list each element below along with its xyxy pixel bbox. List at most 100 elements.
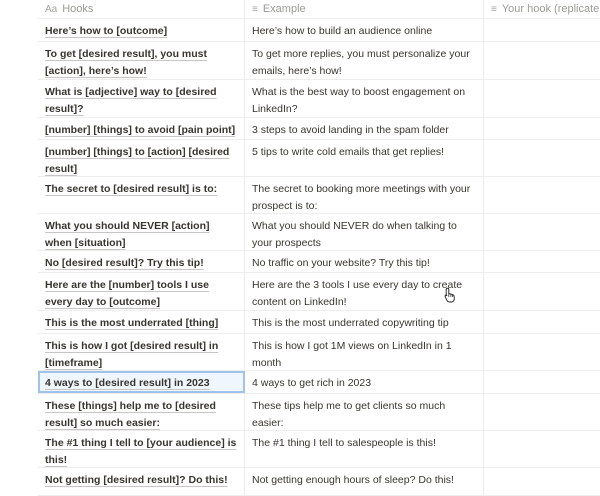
hook-cell[interactable]: What you should NEVER [action] when [sit… <box>38 214 245 250</box>
table-row[interactable]: The #1 thing I tell to [your audience] i… <box>38 431 600 468</box>
example-cell[interactable]: The secret to booking more meetings with… <box>245 177 484 213</box>
your-hook-cell[interactable] <box>484 42 600 79</box>
example-text: To get more replies, you must personaliz… <box>252 48 470 77</box>
example-cell[interactable]: 4 ways to get rich in 2023 <box>245 371 484 393</box>
hook-title[interactable]: To get [desired result], you must [actio… <box>45 48 207 77</box>
table-row[interactable]: No [desired result]? Try this tip! No tra… <box>38 251 600 273</box>
hook-cell[interactable]: The #1 thing I tell to [your audience] i… <box>38 431 245 467</box>
table-row[interactable]: This is the most underrated [thing] This … <box>38 311 600 334</box>
hook-cell[interactable]: These [things] help me to [desired resul… <box>38 394 245 430</box>
text-property-icon: ≡ <box>252 3 258 15</box>
column-header-example[interactable]: ≡ Example <box>245 0 484 18</box>
example-cell[interactable]: The #1 thing I tell to salespeople is th… <box>245 431 484 467</box>
hook-cell[interactable]: Here’s how to [outcome] <box>38 19 245 41</box>
your-hook-cell[interactable] <box>484 177 600 213</box>
hook-title[interactable]: [number] [things] to [action] [desired r… <box>45 146 229 175</box>
example-cell[interactable]: 5 tips to write cold emails that get rep… <box>245 140 484 176</box>
your-hook-cell[interactable] <box>484 431 600 467</box>
example-cell[interactable]: No traffic on your website? Try this tip… <box>245 251 484 272</box>
your-hook-cell[interactable] <box>484 118 600 139</box>
hook-cell[interactable]: [number] [things] to [action] [desired r… <box>38 140 245 176</box>
example-cell[interactable]: What is the best way to boost engagement… <box>245 80 484 117</box>
example-text: This is how I got 1M views on LinkedIn i… <box>252 340 452 369</box>
table-row[interactable]: This is how I got [desired result] in [t… <box>38 334 600 371</box>
example-text: What is the best way to boost engagement… <box>252 86 466 115</box>
text-property-icon: ≡ <box>491 3 497 15</box>
hand-pointer-cursor-icon <box>444 287 455 303</box>
hook-title[interactable]: No [desired result]? Try this tip! <box>45 257 204 269</box>
example-cell[interactable]: Here’s how to build an audience online <box>245 19 484 41</box>
your-hook-cell[interactable] <box>484 19 600 41</box>
hook-cell[interactable]: This is the most underrated [thing] <box>38 311 245 333</box>
example-text: This is the most underrated copywriting … <box>252 317 449 329</box>
example-text: 4 ways to get rich in 2023 <box>252 377 372 389</box>
hook-title[interactable]: Not getting [desired result]? Do this! <box>45 474 228 486</box>
example-cell[interactable]: This is the most underrated copywriting … <box>245 311 484 333</box>
column-header-label: Your hook (replicate th <box>501 3 600 15</box>
hook-title[interactable]: What you should NEVER [action] when [sit… <box>45 220 210 249</box>
example-cell[interactable]: These tips help me to get clients so muc… <box>245 394 484 430</box>
table-row[interactable]: [number] [things] to [action] [desired r… <box>38 140 600 177</box>
hook-title[interactable]: Here’s how to [outcome] <box>45 25 167 37</box>
example-cell[interactable]: What you should NEVER do when talking to… <box>245 214 484 250</box>
example-text: What you should NEVER do when talking to… <box>252 220 457 249</box>
table-body: Here’s how to [outcome] Here’s how to bui… <box>38 19 600 496</box>
table-row[interactable]: The secret to [desired result] is to: The… <box>38 177 600 214</box>
hook-cell[interactable]: No [desired result]? Try this tip! <box>38 251 245 272</box>
example-text: 5 tips to write cold emails that get rep… <box>252 146 445 158</box>
hook-cell[interactable]: This is how I got [desired result] in [t… <box>38 334 245 370</box>
example-text: Here’s how to build an audience online <box>252 25 433 37</box>
your-hook-cell[interactable] <box>484 251 600 272</box>
your-hook-cell[interactable] <box>484 468 600 495</box>
column-header-label: Example <box>262 3 306 15</box>
example-text: The #1 thing I tell to salespeople is th… <box>252 437 436 449</box>
your-hook-cell[interactable] <box>484 214 600 250</box>
hook-title[interactable]: This is the most underrated [thing] <box>45 317 218 329</box>
table-row[interactable]: To get [desired result], you must [actio… <box>38 42 600 80</box>
table-row[interactable]: Not getting [desired result]? Do this! No… <box>38 468 600 496</box>
hook-title[interactable]: [number] [things] to avoid [pain point] <box>45 124 235 136</box>
example-cell[interactable]: This is how I got 1M views on LinkedIn i… <box>245 334 484 370</box>
hook-title[interactable]: What is [adjective] way to [desired resu… <box>45 86 217 115</box>
title-property-icon: Aa <box>45 3 58 15</box>
hook-cell[interactable]: To get [desired result], you must [actio… <box>38 42 245 79</box>
hook-cell[interactable]: The secret to [desired result] is to: <box>38 177 245 213</box>
your-hook-cell[interactable] <box>484 371 600 393</box>
hooks-table: Aa Hooks ≡ Example ≡ Your hook (replicat… <box>38 0 600 496</box>
example-cell[interactable]: 3 steps to avoid landing in the spam fol… <box>245 118 484 139</box>
table-row[interactable]: [number] [things] to avoid [pain point] 3… <box>38 118 600 140</box>
hook-title[interactable]: 4 ways to [desired result] in 2023 <box>45 377 210 389</box>
table-row[interactable]: 4 ways to [desired result] in 2023 4 ways… <box>38 371 600 394</box>
hook-cell[interactable]: 4 ways to [desired result] in 2023 <box>38 371 245 393</box>
table-header: Aa Hooks ≡ Example ≡ Your hook (replicat… <box>38 0 600 19</box>
example-cell[interactable]: To get more replies, you must personaliz… <box>245 42 484 79</box>
column-header-label: Hooks <box>62 3 94 15</box>
hook-title[interactable]: This is how I got [desired result] in [t… <box>45 340 218 369</box>
example-text: Here are the 3 tools I use every day to … <box>252 279 463 308</box>
table-row[interactable]: Here are the [number] tools I use every … <box>38 273 600 311</box>
your-hook-cell[interactable] <box>484 273 600 310</box>
table-row[interactable]: Here’s how to [outcome] Here’s how to bui… <box>38 19 600 42</box>
hook-title[interactable]: The secret to [desired result] is to: <box>45 183 217 195</box>
example-cell[interactable]: Not getting enough hours of sleep? Do th… <box>245 468 484 495</box>
column-header-hooks[interactable]: Aa Hooks <box>38 0 245 18</box>
table-row[interactable]: These [things] help me to [desired resul… <box>38 394 600 431</box>
hook-cell[interactable]: Here are the [number] tools I use every … <box>38 273 245 310</box>
hook-title[interactable]: These [things] help me to [desired resul… <box>45 400 216 429</box>
your-hook-cell[interactable] <box>484 140 600 176</box>
hook-cell[interactable]: Not getting [desired result]? Do this! <box>38 468 245 495</box>
example-text: 3 steps to avoid landing in the spam fol… <box>252 124 449 136</box>
your-hook-cell[interactable] <box>484 80 600 117</box>
column-header-your-hook[interactable]: ≡ Your hook (replicate th <box>484 0 600 18</box>
table-row[interactable]: What is [adjective] way to [desired resu… <box>38 80 600 118</box>
your-hook-cell[interactable] <box>484 334 600 370</box>
example-text: Not getting enough hours of sleep? Do th… <box>252 474 454 486</box>
hook-title[interactable]: Here are the [number] tools I use every … <box>45 279 209 308</box>
hook-cell[interactable]: [number] [things] to avoid [pain point] <box>38 118 245 139</box>
hook-title[interactable]: The #1 thing I tell to [your audience] i… <box>45 437 236 466</box>
table-row[interactable]: What you should NEVER [action] when [sit… <box>38 214 600 251</box>
your-hook-cell[interactable] <box>484 394 600 430</box>
example-text: These tips help me to get clients so muc… <box>252 400 446 429</box>
hook-cell[interactable]: What is [adjective] way to [desired resu… <box>38 80 245 117</box>
your-hook-cell[interactable] <box>484 311 600 333</box>
